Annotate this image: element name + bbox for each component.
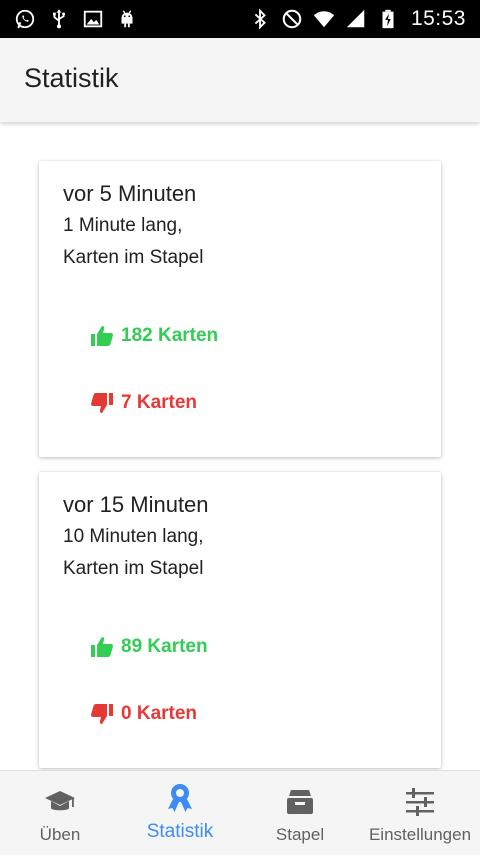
nav-item-statistik[interactable]: Statistik [120,771,240,855]
sliders-icon [403,785,437,819]
thumbs-down-icon [91,393,113,413]
app-bar: Statistik [0,38,480,122]
whatsapp-icon [14,8,36,30]
nav-item-label: Einstellungen [368,825,472,844]
status-bar-notifications [14,8,138,30]
thumbs-up-icon [91,326,113,346]
thumbs-up-icon [91,637,113,657]
wrong-count: 7 Karten [90,391,197,415]
status-bar-time: 15:53 [410,7,466,30]
status-bar-system: 15:53 [249,7,466,31]
android-icon [116,8,138,30]
do-not-disturb-icon [281,8,303,30]
session-card[interactable]: vor 5 Minuten 1 Minute lang, Karten im S… [39,161,441,457]
wrong-count: 0 Karten [90,702,197,726]
bottom-navigation: Üben Statistik Stapel Einstellungen [0,770,480,855]
usb-icon [48,8,70,30]
session-source: Karten im Stapel [63,247,204,268]
wifi-icon [313,8,335,30]
thumbs-down-icon [91,704,113,724]
award-ribbon-icon [163,781,197,815]
session-source: Karten im Stapel [63,558,204,579]
wrong-count-label: 0 Karten [121,703,198,724]
session-duration: 10 Minuten lang, [63,526,204,547]
correct-count: 89 Karten [90,635,208,659]
nav-item-ueben[interactable]: Üben [0,771,120,855]
image-icon [82,8,104,30]
correct-count-label: 89 Karten [121,636,208,657]
nav-item-label: Üben [39,825,81,844]
session-duration: 1 Minute lang, [63,215,183,236]
nav-item-stapel[interactable]: Stapel [240,771,360,855]
inbox-tray-icon [283,785,317,819]
signal-icon [345,8,367,30]
bluetooth-icon [249,8,271,30]
battery-charging-icon [377,8,399,30]
correct-count: 182 Karten [90,324,218,348]
nav-item-label: Statistik [146,821,214,842]
correct-count-label: 182 Karten [121,325,219,346]
status-bar: 15:53 [0,0,480,38]
graduation-cap-icon [43,785,77,819]
session-card[interactable]: vor 15 Minuten 10 Minuten lang, Karten i… [39,472,441,768]
nav-item-label: Stapel [275,825,325,844]
wrong-count-label: 7 Karten [121,392,198,413]
session-time-ago: vor 15 Minuten [63,492,209,517]
session-time-ago: vor 5 Minuten [63,181,197,206]
page-title: Statistik [24,63,119,93]
nav-item-einstellungen[interactable]: Einstellungen [360,771,480,855]
statistics-list[interactable]: vor 5 Minuten 1 Minute lang, Karten im S… [0,122,480,770]
